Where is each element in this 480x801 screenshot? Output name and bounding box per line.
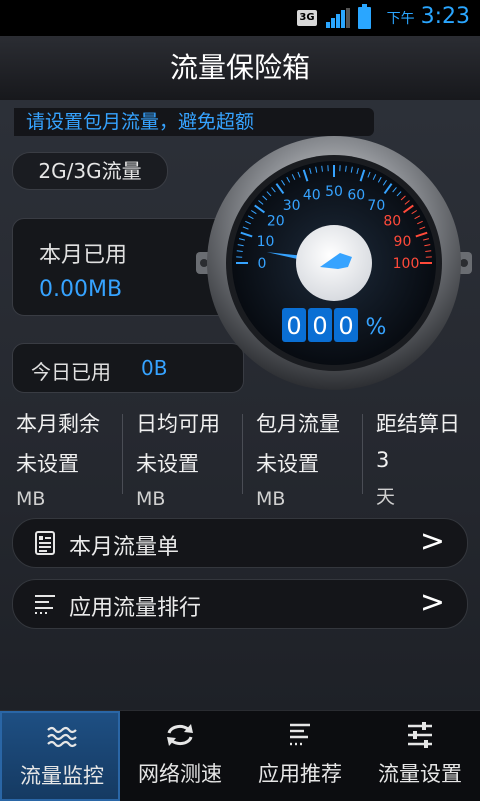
monthly-bill-label: 本月流量单 [69,529,179,561]
today-used-label: 今日已用 [31,356,111,385]
status-bar: 3G 下午 3:23 [0,0,480,36]
gauge-digit-ones: 0 [338,312,353,340]
tab-label: 应用推荐 [240,758,360,788]
stat-remaining: 本月剩余 未设置 MB [0,402,120,504]
stat-unit: MB [136,488,240,510]
tab-label: 流量监控 [2,760,122,790]
tab-traffic-settings[interactable]: 流量设置 [360,711,480,801]
set-quota-notice[interactable]: 请设置包月流量，避免超额 [14,108,374,136]
tab-traffic-monitor[interactable]: 流量监控 [0,711,120,801]
app-traffic-ranking-button[interactable]: 应用流量排行 > [12,579,468,629]
stat-label: 距结算日 [376,408,480,438]
gauge-tick-label: 30 [283,198,301,214]
waves-icon [46,723,78,751]
clock: 下午 3:23 [387,4,470,29]
gauge-tick-label: 20 [267,214,285,230]
tab-app-recommend[interactable]: 应用推荐 [240,711,360,801]
stat-unit: 天 [376,482,480,509]
stat-value: 未设置 [256,448,360,478]
gauge-tick-label: 10 [257,234,275,250]
monthly-bill-button[interactable]: 本月流量单 > [12,518,468,568]
gauge-percent-sign: % [366,315,387,340]
today-used-value: 0B [141,356,167,380]
chevron-right-icon: > [420,524,445,559]
tab-label: 流量设置 [360,758,480,788]
chevron-right-icon: > [420,585,445,620]
month-used-label: 本月已用 [39,237,127,269]
stat-monthly-quota: 包月流量 未设置 MB [240,402,360,504]
signal-icon [326,8,350,28]
network-type-badge: 3G [297,10,317,26]
stats-row: 本月剩余 未设置 MB 日均可用 未设置 MB 包月流量 未设置 MB 距结算日… [0,402,480,504]
clock-ampm: 下午 [387,11,415,27]
stat-daily-available: 日均可用 未设置 MB [120,402,240,504]
stat-label: 日均可用 [136,408,240,438]
list-icon [33,592,57,616]
gauge-tick-label: 40 [303,188,321,204]
app-traffic-ranking-label: 应用流量排行 [69,590,201,622]
clock-time: 3:23 [421,4,470,29]
stat-value: 3 [376,448,480,472]
gauge-tick-label: 100 [393,256,420,272]
tab-label: 网络测速 [120,758,240,788]
stat-label: 包月流量 [256,408,360,438]
menu-lines-icon [284,721,316,749]
refresh-icon [164,721,196,749]
stat-unit: MB [16,488,120,510]
page-title: 流量保险箱 [0,36,480,101]
stat-label: 本月剩余 [16,408,120,438]
bottom-tab-bar: 流量监控 网络测速 应用推荐 流量设置 [0,710,480,801]
document-icon [33,531,57,555]
gauge-digit-hundreds: 0 [286,312,301,340]
stat-value: 未设置 [16,448,120,478]
gauge-tick-label: 90 [394,234,412,250]
gauge-tick-label: 60 [347,188,365,204]
tab-speed-test[interactable]: 网络测速 [120,711,240,801]
gauge-digit-tens: 0 [312,312,327,340]
gauge-tick-label: 80 [383,214,401,230]
gauge-tick-label: 70 [367,198,385,214]
gauge-tick-label: 0 [258,256,267,272]
sliders-icon [404,721,436,749]
stat-days-to-settlement: 距结算日 3 天 [360,402,480,504]
main-content: 请设置包月流量，避免超额 2G/3G流量 本月已用 0.00MB 今日已用 0B [0,100,480,710]
month-used-value: 0.00MB [39,277,122,302]
traffic-type-selector[interactable]: 2G/3G流量 [12,152,168,190]
stat-unit: MB [256,488,360,510]
speedometer-gauge: 0 10 20304050607080 90 100 0 0 0 % [194,134,474,392]
gauge-tick-label: 50 [325,184,343,200]
battery-icon [358,7,371,29]
stat-value: 未设置 [136,448,240,478]
